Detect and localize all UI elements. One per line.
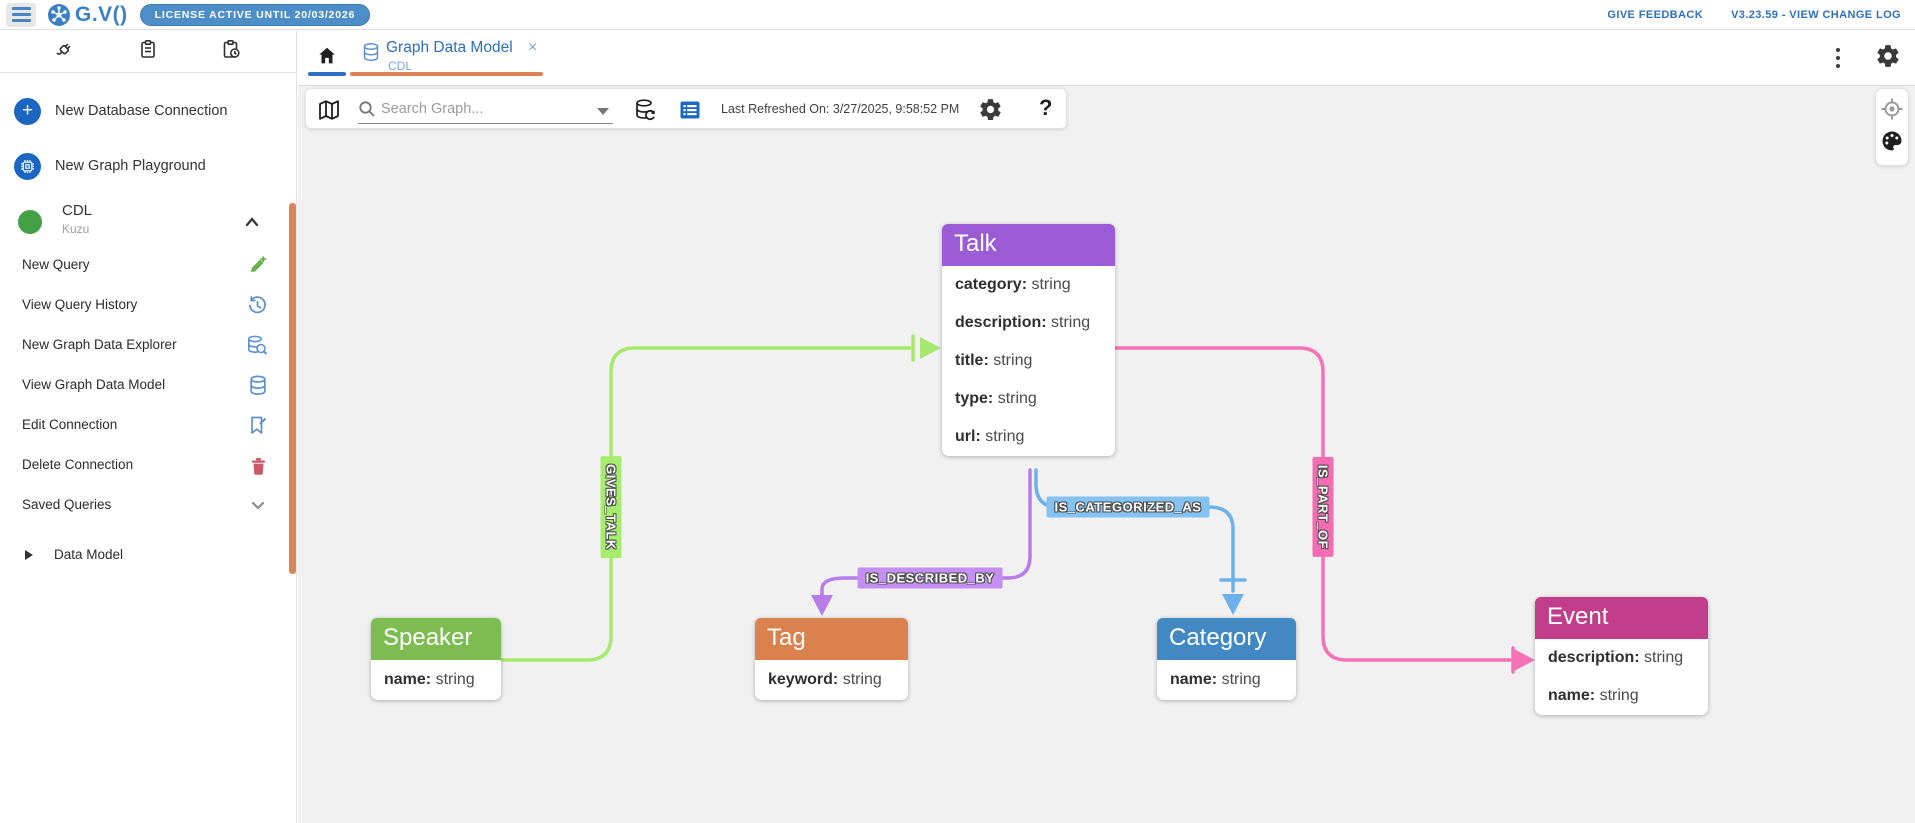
- version-changelog-link[interactable]: V3.23.59 - VIEW CHANGE LOG: [1731, 9, 1901, 21]
- connection-cdl[interactable]: CDL Kuzu: [0, 200, 290, 246]
- sidebar-item-saved-queries[interactable]: Saved Queries: [0, 486, 290, 526]
- connection-name: CDL: [62, 202, 92, 219]
- active-tab-indicator: [350, 72, 543, 76]
- node-title: Talk: [942, 224, 1115, 266]
- node-property: descriptionstring: [942, 304, 1115, 342]
- graph-canvas[interactable]: GIVES_TALK IS_DESCRIBED_BY IS_CATEGORIZE…: [298, 86, 1915, 823]
- last-refreshed-text: Last Refreshed On: 3/27/2025, 9:58:52 PM: [721, 102, 959, 116]
- edge-label-is-part-of[interactable]: IS_PART_OF: [1313, 457, 1334, 557]
- node-title: Speaker: [371, 618, 501, 660]
- new-graph-playground-label: New Graph Playground: [55, 158, 206, 174]
- settings-gear-icon[interactable]: [1875, 43, 1901, 74]
- search-dropdown-caret-icon[interactable]: [597, 108, 609, 115]
- edge-label-is-categorized-as[interactable]: IS_CATEGORIZED_AS: [1047, 497, 1210, 518]
- tab-overflow-menu-icon[interactable]: [1827, 45, 1849, 71]
- node-property: typestring: [942, 380, 1115, 418]
- history-clock-icon: [247, 295, 268, 321]
- app-logo: G.V(): [48, 3, 128, 27]
- logo-graph-icon: [48, 4, 70, 26]
- node-title: Category: [1157, 618, 1296, 660]
- edge-gives-talk[interactable]: [501, 336, 941, 660]
- node-tag[interactable]: Tag keywordstring: [755, 618, 908, 700]
- sidebar-item-edit-connection[interactable]: Edit Connection: [0, 406, 290, 446]
- minimap-icon[interactable]: [317, 98, 341, 127]
- node-talk[interactable]: Talk categorystring descriptionstring ti…: [942, 224, 1115, 456]
- license-badge: LICENSE ACTIVE UNTIL 20/03/2026: [140, 4, 370, 26]
- style-palette-icon[interactable]: [1880, 129, 1904, 158]
- tab-home[interactable]: [308, 39, 346, 73]
- sidebar-item-delete-connection[interactable]: Delete Connection: [0, 446, 290, 486]
- database-search-icon: [246, 335, 268, 361]
- help-icon[interactable]: ?: [1039, 95, 1052, 121]
- tab-title: Graph Data Model: [386, 39, 513, 57]
- sidebar-item-view-graph-data-model[interactable]: View Graph Data Model: [0, 366, 290, 406]
- node-property: titlestring: [942, 342, 1115, 380]
- trash-icon: [249, 455, 268, 481]
- hamburger-menu-button[interactable]: [6, 3, 36, 27]
- search-input[interactable]: [381, 97, 581, 121]
- expand-caret-icon[interactable]: [25, 550, 33, 560]
- new-query-pen-icon: [247, 255, 268, 281]
- center-viewport-crosshair-icon[interactable]: [1880, 97, 1904, 126]
- new-graph-playground-button[interactable]: New Graph Playground: [0, 142, 290, 190]
- node-property: descriptionstring: [1535, 639, 1708, 677]
- edge-is-categorized-as[interactable]: [1036, 470, 1245, 615]
- node-event[interactable]: Event descriptionstring namestring: [1535, 597, 1708, 715]
- search-underline: [358, 123, 613, 124]
- connection-accent-strip: [289, 203, 296, 574]
- give-feedback-link[interactable]: GIVE FEEDBACK: [1607, 9, 1703, 21]
- home-tab-indicator: [308, 72, 346, 76]
- tab-bar: Graph Data Model × CDL: [298, 31, 1915, 86]
- bookmark-edit-icon: [247, 415, 268, 441]
- queries-clipboard-icon[interactable]: [138, 39, 158, 64]
- edge-label-gives-talk[interactable]: GIVES_TALK: [601, 456, 622, 558]
- node-speaker[interactable]: Speaker namestring: [371, 618, 501, 700]
- node-property: namestring: [1157, 660, 1296, 700]
- sidebar-item-data-model[interactable]: Data Model: [0, 537, 290, 577]
- chip-icon: [14, 153, 41, 180]
- edge-is-described-by[interactable]: [811, 470, 1030, 616]
- top-bar: G.V() LICENSE ACTIVE UNTIL 20/03/2026 GI…: [0, 0, 1915, 30]
- topbar-links: GIVE FEEDBACK V3.23.59 - VIEW CHANGE LOG: [1607, 9, 1915, 21]
- node-property: categorystring: [942, 266, 1115, 304]
- chevron-up-icon[interactable]: [242, 212, 262, 237]
- sidebar-item-new-graph-data-explorer[interactable]: New Graph Data Explorer: [0, 326, 290, 366]
- sidebar-item-view-query-history[interactable]: View Query History: [0, 286, 290, 326]
- tab-close-icon[interactable]: ×: [528, 39, 537, 57]
- plus-icon: +: [14, 98, 41, 125]
- query-history-clipboard-clock-icon[interactable]: [221, 39, 241, 64]
- node-title: Tag: [755, 618, 908, 660]
- table-view-icon[interactable]: [678, 98, 702, 127]
- node-title: Event: [1535, 597, 1708, 639]
- node-property: keywordstring: [755, 660, 908, 700]
- canvas-side-panel: [1875, 88, 1909, 166]
- chevron-down-icon: [248, 495, 268, 520]
- node-property: namestring: [371, 660, 501, 700]
- gv-app: G.V() LICENSE ACTIVE UNTIL 20/03/2026 GI…: [0, 0, 1915, 823]
- refresh-schema-icon[interactable]: [632, 97, 658, 128]
- home-icon: [316, 45, 338, 67]
- logo-text: G.V(): [75, 3, 128, 27]
- new-database-connection-button[interactable]: + New Database Connection: [0, 87, 290, 135]
- node-property: urlstring: [942, 418, 1115, 456]
- connection-status-dot: [18, 210, 42, 234]
- canvas-toolbar: Last Refreshed On: 3/27/2025, 9:58:52 PM…: [305, 88, 1067, 129]
- connections-plug-icon[interactable]: [55, 39, 75, 64]
- node-category[interactable]: Category namestring: [1157, 618, 1296, 700]
- canvas-settings-gear-icon[interactable]: [978, 97, 1003, 127]
- sidebar: + New Database Connection New Graph Play…: [0, 74, 297, 823]
- connection-type: Kuzu: [62, 222, 89, 236]
- node-property: namestring: [1535, 677, 1708, 715]
- edge-label-is-described-by[interactable]: IS_DESCRIBED_BY: [858, 568, 1003, 589]
- tab-graph-data-model[interactable]: Graph Data Model × CDL: [356, 34, 546, 74]
- database-icon: [248, 375, 268, 401]
- sidebar-header: [0, 31, 297, 73]
- new-database-connection-label: New Database Connection: [55, 103, 228, 119]
- database-icon: [362, 42, 380, 67]
- sidebar-item-new-query[interactable]: New Query: [0, 246, 290, 286]
- search-icon: [358, 100, 376, 123]
- tab-subtitle: CDL: [388, 59, 412, 73]
